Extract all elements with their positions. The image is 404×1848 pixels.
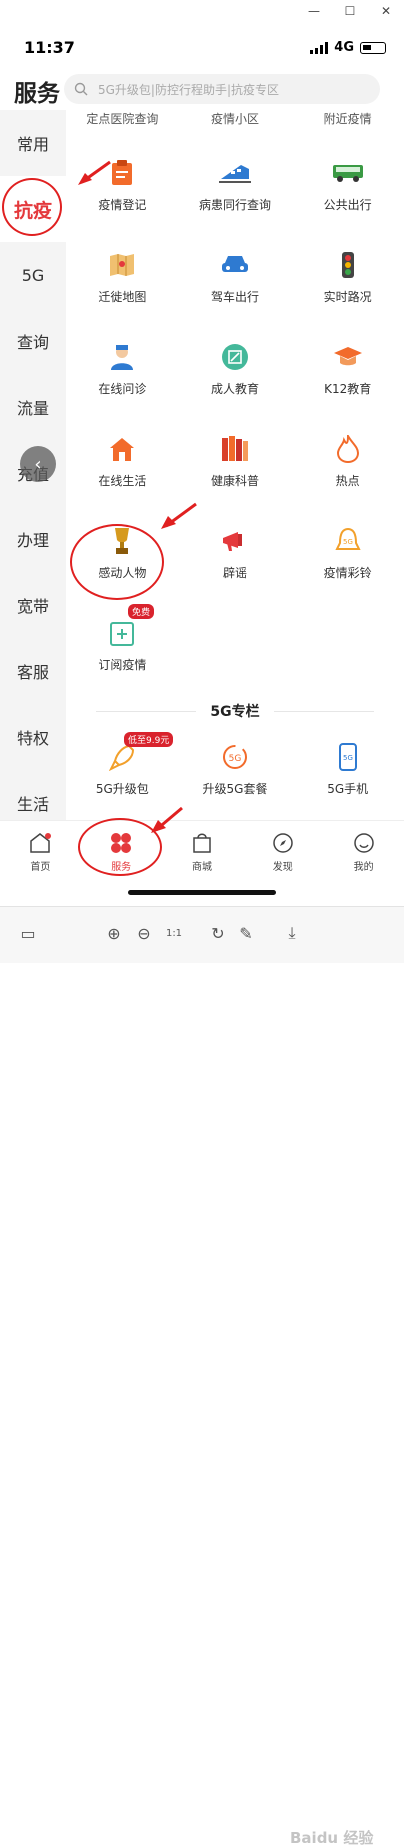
subscribe-icon <box>106 618 138 648</box>
link-community[interactable]: 疫情小区 <box>179 110 292 138</box>
search-input[interactable]: 5G升级包|防控行程助手|抗疫专区 <box>64 74 380 104</box>
viewer-toolbar: ▭ ⊕ ⊖ 1:1 ↻ ✎ ⤓ Baidu 经验 <box>0 906 404 1847</box>
sidebar-item-common[interactable]: 常用 <box>0 110 66 176</box>
service-item[interactable]: 在线生活 <box>66 414 179 506</box>
5g-item[interactable]: 低至9.9元 5G升级包 <box>66 732 179 812</box>
train-icon <box>218 158 251 188</box>
svg-text:5G: 5G <box>343 754 353 762</box>
sidebar-item-data[interactable]: 流量 <box>0 374 66 440</box>
service-item[interactable]: 免费 订阅疫情 <box>66 598 179 690</box>
service-item[interactable]: 实时路况 <box>291 230 404 322</box>
top-link-row: 定点医院查询 疫情小区 附近疫情 <box>66 110 404 138</box>
flame-icon <box>332 434 364 464</box>
link-nearby[interactable]: 附近疫情 <box>291 110 404 138</box>
traffic-light-icon <box>332 250 364 280</box>
bell-icon: 5G <box>332 526 364 556</box>
actual-size-icon[interactable]: 1:1 <box>162 921 186 945</box>
page-title: 服务 <box>14 81 60 107</box>
tab-home[interactable]: 首页 <box>0 821 81 882</box>
rotate-icon[interactable]: ↻ <box>206 921 230 945</box>
doctor-icon <box>106 342 138 372</box>
education-icon <box>219 342 251 372</box>
status-bar: 11:37 4G <box>0 34 404 62</box>
graduation-cap-icon <box>332 342 364 372</box>
service-grid: 疫情登记 病患同行查询 公共出行 迁徙地图 驾车出行 实时路况 在线问诊 成人教… <box>66 138 404 690</box>
shopping-bag-icon <box>189 831 215 855</box>
sidebar-item-service[interactable]: 客服 <box>0 638 66 704</box>
maximize-button[interactable]: ☐ <box>332 4 368 18</box>
house-icon <box>106 434 138 464</box>
books-icon <box>219 434 251 464</box>
service-item[interactable]: 公共出行 <box>291 138 404 230</box>
price-badge: 低至9.9元 <box>124 732 174 747</box>
5g-item[interactable]: 5G 升级5G套餐 <box>179 732 292 812</box>
smiley-icon <box>351 831 377 855</box>
service-item[interactable]: K12教育 <box>291 322 404 414</box>
section-5g-title: 5G专栏 <box>66 690 404 732</box>
service-item[interactable]: 驾车出行 <box>179 230 292 322</box>
service-item[interactable]: 成人教育 <box>179 322 292 414</box>
status-time: 11:37 <box>24 38 75 57</box>
map-icon <box>106 250 138 280</box>
close-button[interactable]: ✕ <box>368 4 404 18</box>
tab-discover[interactable]: 发现 <box>242 821 323 882</box>
sidebar-item-5g[interactable]: 5G <box>0 242 66 308</box>
window-controls: — ☐ ✕ <box>0 0 404 22</box>
annotation-circle-trophy <box>70 524 164 600</box>
download-icon[interactable]: ⤓ <box>280 921 304 945</box>
chevron-left-icon: ‹ <box>34 453 42 475</box>
tab-mine[interactable]: 我的 <box>323 821 404 882</box>
annotation-circle-sidebar <box>2 178 62 236</box>
annotation-arrow-2 <box>161 502 197 529</box>
zoom-out-icon[interactable]: ⊖ <box>132 921 156 945</box>
service-item[interactable]: 迁徙地图 <box>66 230 179 322</box>
search-icon <box>74 82 88 96</box>
page-header: 服务 5G升级包|防控行程助手|抗疫专区 <box>0 70 404 110</box>
annotation-arrow-1 <box>78 160 111 185</box>
back-button[interactable]: ‹ <box>20 446 56 482</box>
phone-icon: 5G <box>332 742 364 772</box>
megaphone-icon <box>219 526 251 556</box>
5g-item[interactable]: 5G 5G手机 <box>291 732 404 812</box>
bus-icon <box>332 158 364 188</box>
annotation-arrow-3 <box>151 806 183 833</box>
service-item[interactable]: 在线问诊 <box>66 322 179 414</box>
sidebar-item-query[interactable]: 查询 <box>0 308 66 374</box>
edit-pencil-icon[interactable]: ✎ <box>234 921 258 945</box>
svg-text:5G: 5G <box>343 538 353 546</box>
home-indicator <box>128 890 276 895</box>
sidebar-toggle-icon[interactable]: ▭ <box>16 921 40 945</box>
bottom-tab-bar: 首页 服务 商城 发现 我的 <box>0 820 404 882</box>
5g-circle-icon: 5G <box>219 742 251 772</box>
search-placeholder: 5G升级包|防控行程助手|抗疫专区 <box>98 82 280 97</box>
service-item[interactable]: 5G 疫情彩铃 <box>291 506 404 598</box>
5g-grid: 低至9.9元 5G升级包 5G 升级5G套餐 5G 5G手机 <box>66 732 404 812</box>
compass-icon <box>270 831 296 855</box>
car-icon <box>219 250 251 280</box>
service-item[interactable]: 健康科普 <box>179 414 292 506</box>
sidebar-item-handle[interactable]: 办理 <box>0 506 66 572</box>
free-badge: 免费 <box>128 604 155 619</box>
battery-icon <box>360 41 386 54</box>
minimize-button[interactable]: — <box>296 4 332 18</box>
link-hospital[interactable]: 定点医院查询 <box>66 110 179 138</box>
zoom-in-icon[interactable]: ⊕ <box>102 921 126 945</box>
network-label: 4G <box>334 40 354 55</box>
sidebar-item-privilege[interactable]: 特权 <box>0 704 66 770</box>
watermark: Baidu 经验 <box>290 1829 374 1847</box>
signal-icon <box>310 41 329 54</box>
sidebar-item-broadband[interactable]: 宽带 <box>0 572 66 638</box>
service-item[interactable]: 病患同行查询 <box>179 138 292 230</box>
service-grid-area: 定点医院查询 疫情小区 附近疫情 疫情登记 病患同行查询 公共出行 迁徙地图 驾… <box>66 110 404 820</box>
service-item[interactable]: 热点 <box>291 414 404 506</box>
home-icon <box>27 831 53 855</box>
svg-text:5G: 5G <box>229 754 242 764</box>
